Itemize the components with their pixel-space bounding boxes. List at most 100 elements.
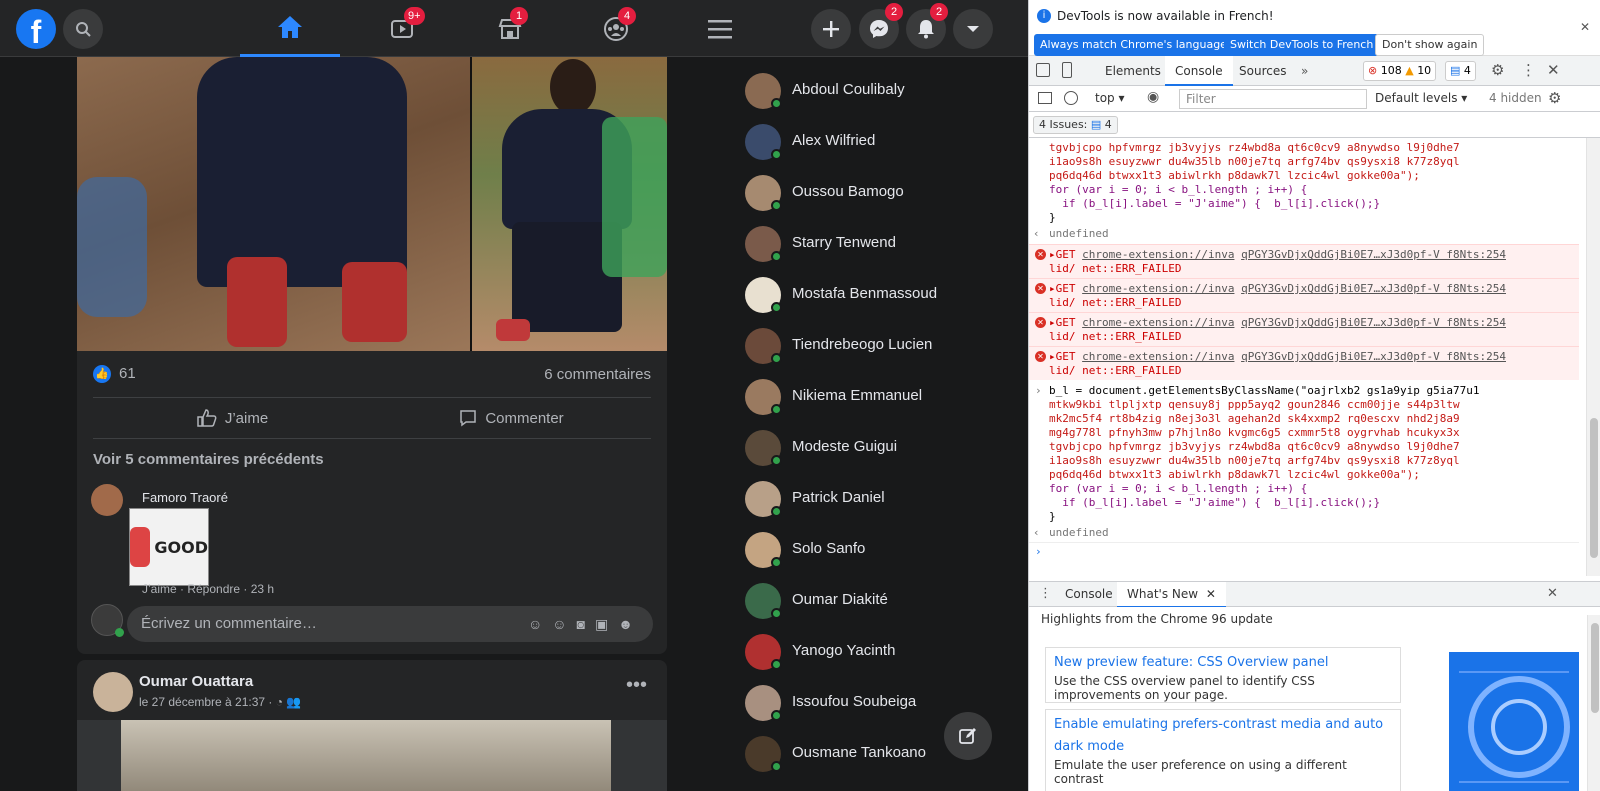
emoji-icon[interactable]: ☺ <box>552 616 576 632</box>
close-devtools-icon[interactable]: ✕ <box>1547 61 1560 79</box>
reactions-summary[interactable]: 👍 61 <box>93 365 136 384</box>
always-match-language-button[interactable]: Always match Chrome's language <box>1034 34 1233 56</box>
post-date[interactable]: le 27 décembre à 21:37 · ◔ 👥 <box>139 695 301 709</box>
whats-new-scrollbar[interactable] <box>1587 615 1600 791</box>
comment-author-avatar[interactable] <box>91 484 123 516</box>
account-button[interactable] <box>953 9 993 49</box>
messenger-button[interactable]: 2 <box>859 3 903 49</box>
search-button[interactable] <box>63 9 103 49</box>
comments-count[interactable]: 6 commentaires <box>544 366 651 383</box>
log-levels-dropdown[interactable]: Default levels ▾ <box>1375 91 1467 105</box>
console-prompt[interactable]: › <box>1035 545 1042 559</box>
error-url[interactable]: chrome-extension://inva <box>1082 350 1234 363</box>
like-button[interactable]: J’aime <box>93 398 372 438</box>
contact-item[interactable]: Solo Sanfo <box>745 526 1015 577</box>
whats-new-card[interactable]: New preview feature: CSS Overview panel … <box>1045 647 1401 703</box>
close-tab-icon[interactable]: ✕ <box>1206 587 1216 601</box>
more-tabs-icon[interactable]: » <box>1291 56 1318 86</box>
error-url[interactable]: chrome-extension://inva <box>1082 282 1234 295</box>
nav-groups-tab[interactable]: 4 <box>566 0 666 57</box>
nav-home-tab[interactable] <box>240 0 340 57</box>
sticker-icon[interactable]: ☻ <box>618 616 643 632</box>
comment-actions[interactable]: J’aime · Répondre · 23 h <box>142 582 274 596</box>
new-message-button[interactable] <box>944 712 992 760</box>
error-url-tail: lid/ <box>1049 296 1076 309</box>
clear-console-icon[interactable] <box>1064 91 1078 105</box>
live-expression-eye-icon[interactable]: ◉ <box>1147 89 1159 105</box>
contact-item[interactable]: Oussou Bamogo <box>745 169 1015 220</box>
contact-item[interactable]: Starry Tenwend <box>745 220 1015 271</box>
avatar-sticker-icon[interactable]: ☺ <box>528 616 552 632</box>
whats-new-scrollbar-thumb[interactable] <box>1591 623 1599 713</box>
post-photo[interactable] <box>77 720 667 791</box>
console-scrollbar[interactable] <box>1586 138 1600 576</box>
console-scrollbar-thumb[interactable] <box>1590 418 1598 558</box>
inspect-element-icon[interactable] <box>1036 63 1050 77</box>
whats-new-card-title[interactable]: New preview feature: CSS Overview panel <box>1054 652 1392 674</box>
contact-item[interactable]: Nikiema Emmanuel <box>745 373 1015 424</box>
drawer-tab-console[interactable]: Console <box>1055 582 1123 608</box>
switch-to-french-button[interactable]: Switch DevTools to French <box>1224 34 1380 56</box>
nav-marketplace-tab[interactable]: 1 <box>460 0 560 57</box>
error-source[interactable]: qPGY3GvDjxQddGjBi0E7…xJ3d0pf-V f8Nts:254 <box>1241 282 1506 295</box>
whats-new-card[interactable]: Enable emulating prefers-contrast media … <box>1045 709 1401 791</box>
settings-gear-icon[interactable]: ⚙ <box>1491 61 1504 79</box>
error-url[interactable]: chrome-extension://inva <box>1082 248 1234 261</box>
close-icon[interactable]: ✕ <box>1580 20 1590 34</box>
drawer-menu-icon[interactable]: ⋮ <box>1039 586 1052 601</box>
contact-item[interactable]: Tiendrebeogo Lucien <box>745 322 1015 373</box>
post-author-avatar[interactable] <box>93 672 133 712</box>
device-toolbar-icon[interactable] <box>1062 62 1072 78</box>
contact-item[interactable]: Yanogo Yacinth <box>745 628 1015 679</box>
dont-show-again-button[interactable]: Don't show again <box>1375 34 1485 56</box>
error-code: net::ERR_FAILED <box>1082 262 1182 275</box>
console-settings-icon[interactable]: ⚙ <box>1548 89 1561 107</box>
contact-item[interactable]: Modeste Guigui <box>745 424 1015 475</box>
comment-button[interactable]: Commenter <box>372 398 651 438</box>
post-photo-right[interactable] <box>472 57 667 351</box>
contact-item[interactable]: Alex Wilfried <box>745 118 1015 169</box>
error-message[interactable]: ✕ ▸GET chrome-extension://inva qPGY3GvDj… <box>1029 244 1579 278</box>
camera-icon[interactable]: ◙ <box>577 616 595 632</box>
comment-input[interactable]: Écrivez un commentaire… ☺☺◙▣☻ <box>127 606 653 642</box>
post-photo-left[interactable] <box>77 57 470 351</box>
tab-sources[interactable]: Sources <box>1229 56 1296 86</box>
issues-link[interactable]: 4 Issues: ▤ 4 <box>1033 116 1118 134</box>
tab-elements[interactable]: Elements <box>1095 56 1171 86</box>
notifications-button[interactable]: 2 <box>906 3 948 49</box>
drawer-tab-whats-new[interactable]: What's New ✕ <box>1117 582 1226 608</box>
nav-watch-tab[interactable]: 9+ <box>352 0 452 57</box>
write-comment-row: Écrivez un commentaire… ☺☺◙▣☻ <box>77 598 667 654</box>
post-photos[interactable] <box>77 57 667 351</box>
create-button[interactable] <box>811 9 851 49</box>
contact-item[interactable]: Mostafa Benmassoud <box>745 271 1015 322</box>
context-selector[interactable]: top ▾ <box>1095 91 1125 105</box>
close-drawer-icon[interactable]: ✕ <box>1547 586 1558 601</box>
error-url[interactable]: chrome-extension://inva <box>1082 316 1234 329</box>
contact-item[interactable]: Abdoul Coulibaly <box>745 67 1015 118</box>
issues-counter[interactable]: ⊗ 108 ▲ 10 <box>1363 61 1437 81</box>
error-source[interactable]: qPGY3GvDjxQddGjBi0E7…xJ3d0pf-V f8Nts:254 <box>1241 248 1506 261</box>
more-options-vertical-icon[interactable]: ⋮ <box>1521 61 1536 79</box>
post-author-name[interactable]: Oumar Ouattara <box>139 673 253 690</box>
contact-item[interactable]: Patrick Daniel <box>745 475 1015 526</box>
error-message[interactable]: ✕ ▸GET chrome-extension://inva qPGY3GvDj… <box>1029 312 1579 346</box>
error-message[interactable]: ✕ ▸GET chrome-extension://inva qPGY3GvDj… <box>1029 278 1579 312</box>
error-message[interactable]: ✕ ▸GET chrome-extension://inva qPGY3GvDj… <box>1029 346 1579 380</box>
error-source[interactable]: qPGY3GvDjxQddGjBi0E7…xJ3d0pf-V f8Nts:254 <box>1241 350 1506 363</box>
view-previous-comments[interactable]: Voir 5 commentaires précédents <box>77 439 667 474</box>
whats-new-card-title[interactable]: Enable emulating prefers-contrast media … <box>1054 714 1392 758</box>
comment-author-name[interactable]: Famoro Traoré <box>142 490 228 505</box>
nav-menu-tab[interactable] <box>670 0 770 57</box>
sidebar-toggle-icon[interactable] <box>1038 92 1052 104</box>
more-options-icon[interactable]: ••• <box>626 674 647 697</box>
messages-counter[interactable]: ▤ 4 <box>1445 61 1476 81</box>
console-output[interactable]: tgvbjcpo hpfvmrgz jb3vyjys rz4wbd8a qt6c… <box>1029 138 1600 576</box>
tab-console[interactable]: Console <box>1165 56 1233 86</box>
console-filter-input[interactable]: Filter <box>1179 89 1367 109</box>
contact-item[interactable]: Oumar Diakité <box>745 577 1015 628</box>
facebook-logo[interactable]: f <box>16 9 56 49</box>
gif-icon[interactable]: ▣ <box>595 616 618 632</box>
drawer-tab-bar: ⋮ Console What's New ✕ ✕ <box>1029 581 1600 608</box>
error-source[interactable]: qPGY3GvDjxQddGjBi0E7…xJ3d0pf-V f8Nts:254 <box>1241 316 1506 329</box>
